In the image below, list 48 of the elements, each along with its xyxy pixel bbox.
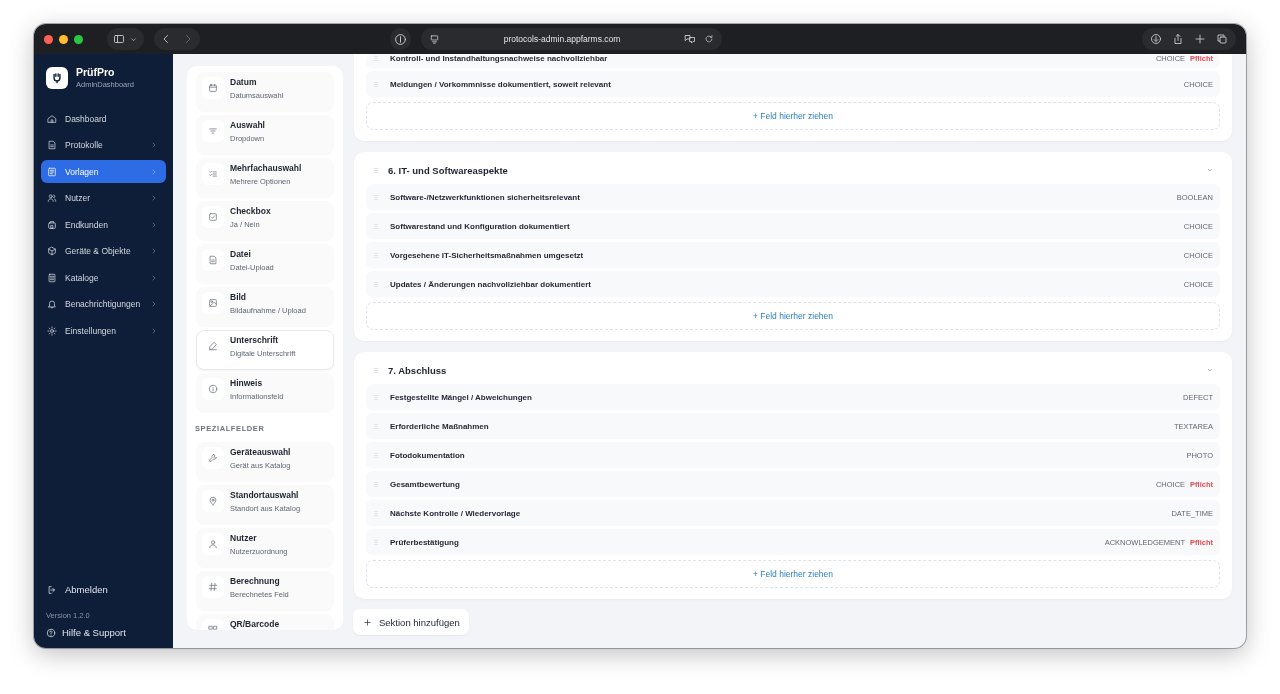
- logout-link[interactable]: Abmelden: [41, 584, 166, 595]
- drop-zone-label: + Feld hierher ziehen: [752, 311, 834, 321]
- nav-item[interactable]: Einstellungen: [41, 319, 166, 342]
- field-label: Fotodokumentation: [390, 450, 466, 460]
- field-label: Updates / Änderungen nachvollziehbar dokumentiert: [390, 279, 592, 289]
- field-type-title: Datum: [230, 77, 258, 87]
- help-link[interactable]: Hilfe & Support: [41, 627, 166, 638]
- nav-item[interactable]: Kataloge: [41, 266, 166, 289]
- field-label: Prüferbestätigung: [390, 537, 460, 547]
- field-label: Gesamtbewertung: [390, 479, 461, 489]
- field-type-title: Geräteauswahl: [230, 447, 291, 457]
- nav-item[interactable]: Vorlagen: [41, 160, 166, 183]
- field-label: Softwarestand und Konfiguration dokumentiert: [390, 221, 571, 231]
- field-type-title: Berechnung: [230, 576, 281, 586]
- field-type-title: Datei: [230, 249, 252, 259]
- field-label: Software-/Netzwerkfunktionen sicherheitsrelevant: [390, 192, 581, 202]
- nav-item[interactable]: Geräte & Objekte: [41, 239, 166, 263]
- field-label: Meldungen / Vorkommnisse dokumentiert, soweit relevant: [390, 79, 612, 89]
- section-title: 6. IT- und Softwareaspekte: [388, 164, 509, 176]
- field-type-title: QR/Barcode: [230, 619, 280, 629]
- field-type-title: Unterschrift: [230, 335, 280, 345]
- add-section-button[interactable]: Sektion hinzufügen: [353, 609, 469, 635]
- drop-zone[interactable]: + Feld hierher ziehen: [366, 302, 1220, 330]
- field-label: Erforderliche Maßnahmen: [390, 421, 490, 431]
- field-type-title: Standortauswahl: [230, 490, 300, 500]
- field-type-title: Nutzer: [230, 533, 258, 543]
- drop-zone-label: + Feld hierher ziehen: [752, 569, 834, 579]
- field-type-title: Mehrfachauswahl: [230, 163, 302, 173]
- field-type-title: Checkbox: [230, 206, 271, 216]
- address-bar[interactable]: protocols-admin.appfarms.com: [421, 28, 722, 50]
- field-type-title: Auswahl: [230, 120, 265, 130]
- field-label: Vorgesehene IT-Sicherheitsmaßnahmen umgesetzt: [390, 250, 585, 260]
- drop-zone-label: + Feld hierher ziehen: [752, 111, 834, 121]
- nav-item[interactable]: Dashboard: [41, 107, 166, 130]
- nav-item[interactable]: Protokolle: [41, 133, 166, 157]
- drop-zone[interactable]: + Feld hierher ziehen: [366, 560, 1220, 588]
- nav-item[interactable]: Benachrichtigungen: [41, 292, 166, 316]
- section-title: 7. Abschluss: [388, 364, 448, 376]
- field-type-card[interactable]: QR/Barcode: [196, 614, 334, 630]
- field-label: Nächste Kontrolle / Wiedervorlage: [390, 508, 522, 518]
- app-name: PrüfPro: [76, 66, 116, 78]
- field-label: Kontroll- und Instandhaltungsnachweise nachvollziehbar: [390, 54, 609, 63]
- drop-zone[interactable]: + Feld hierher ziehen: [366, 102, 1220, 130]
- field-type-title: Bild: [230, 292, 248, 302]
- field-type-title: Hinweis: [230, 378, 264, 388]
- nav-item[interactable]: Endkunden: [41, 213, 166, 236]
- nav-item[interactable]: Nutzer: [41, 186, 166, 210]
- field-label: Festgestellte Mängel / Abweichungen: [390, 392, 533, 402]
